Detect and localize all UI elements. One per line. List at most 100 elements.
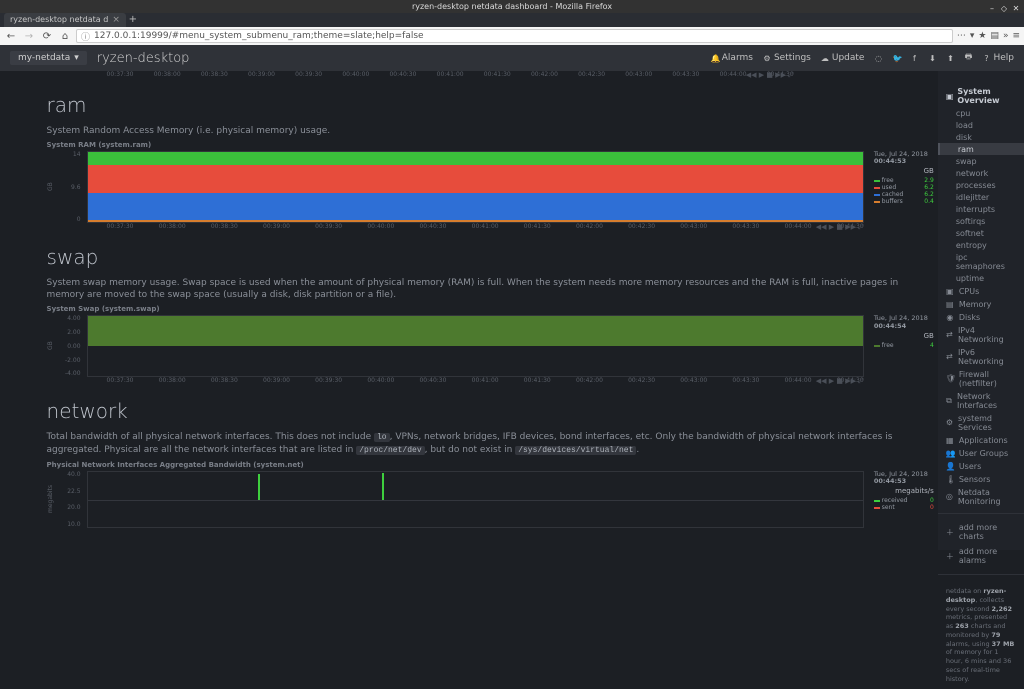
nav-back-icon[interactable]: ←: [4, 31, 18, 42]
url-input[interactable]: ⓘ 127.0.0.1:19999/#menu_system_submenu_r…: [76, 29, 953, 43]
swap-chart-canvas[interactable]: [87, 315, 864, 377]
sidebar-item-interrupts[interactable]: interrupts: [938, 203, 1024, 215]
twitter-link[interactable]: 🐦: [892, 54, 900, 63]
chevron-down-icon: ▾: [74, 53, 79, 63]
net-spike: [258, 474, 260, 500]
bookmark-icon[interactable]: ★: [978, 31, 986, 41]
close-tab-icon[interactable]: ×: [112, 13, 120, 27]
ram-playback-controls[interactable]: ◀◀ ▶ ■ ▶▶ ⤢: [816, 223, 864, 232]
section-icon: 👥: [946, 449, 954, 458]
twitter-icon: 🐦: [892, 54, 900, 63]
section-icon: ◉: [946, 313, 954, 322]
burger-menu-icon[interactable]: ≡: [1012, 31, 1020, 41]
section-icon: ⇄: [946, 352, 953, 361]
time-tick: 00:42:00: [531, 71, 558, 78]
upload-button[interactable]: ⬆: [946, 54, 954, 63]
pocket-icon[interactable]: ▾: [970, 31, 975, 41]
swap-description: System swap memory usage. Swap space is …: [47, 277, 934, 301]
site-identity-icon[interactable]: ⓘ: [81, 30, 90, 43]
sidebar-section-systemd-services[interactable]: ⚙systemd Services: [938, 412, 1024, 433]
update-button[interactable]: ☁Update: [821, 53, 865, 63]
sidebar-item-cpu[interactable]: cpu: [938, 107, 1024, 119]
app-navbar: my-netdata ▾ ryzen-desktop 🔔Alarms ⚙Sett…: [0, 45, 1024, 71]
time-tick: 00:41:00: [437, 71, 464, 78]
facebook-link[interactable]: f: [910, 54, 918, 63]
ram-time-ruler: 00:37:3000:38:0000:38:3000:39:0000:39:30…: [47, 223, 934, 235]
sidebar-item-idlejitter[interactable]: idlejitter: [938, 191, 1024, 203]
sidebar-section-firewall-netfilter-[interactable]: 🛡Firewall (netfilter): [938, 368, 1024, 389]
sidebar-item-network[interactable]: network: [938, 167, 1024, 179]
swap-playback-controls[interactable]: ◀◀ ▶ ■ ▶▶ ⤢: [816, 377, 864, 386]
time-tick: 00:41:30: [524, 377, 551, 384]
section-icon: 🛡: [946, 374, 954, 383]
section-label: CPUs: [959, 287, 979, 296]
left-rail: [0, 71, 22, 550]
sidebar-item-disk[interactable]: disk: [938, 131, 1024, 143]
time-tick: 00:38:00: [159, 223, 186, 230]
add-charts-link[interactable]: ＋ add more charts: [938, 520, 1024, 544]
sideview-icon[interactable]: ▤: [990, 31, 999, 41]
sidebar-section-sensors[interactable]: 🌡Sensors: [938, 473, 1024, 485]
sidebar-item-load[interactable]: load: [938, 119, 1024, 131]
alarms-button[interactable]: 🔔Alarms: [711, 53, 753, 63]
nav-reload-icon[interactable]: ⟳: [40, 31, 54, 42]
time-tick: 00:43:30: [732, 223, 759, 230]
time-tick: 00:43:00: [680, 377, 707, 384]
side-panel: ▣ System Overview cpuloaddiskramswapnetw…: [938, 71, 1024, 550]
dashboard-icon: ▣: [946, 92, 954, 101]
add-alarms-link[interactable]: ＋ add more alarms: [938, 544, 1024, 568]
window-close-icon[interactable]: ✕: [1012, 2, 1020, 10]
sidebar-section-applications[interactable]: ▦Applications: [938, 434, 1024, 446]
sidebar-item-ipc-semaphores[interactable]: ipc semaphores: [938, 251, 1024, 272]
time-tick: 00:41:00: [472, 223, 499, 230]
sidebar-overview[interactable]: ▣ System Overview: [938, 85, 1024, 107]
sidebar-footer: netdata on ryzen-desktop, collects every…: [938, 581, 1024, 689]
sidebar-section-ipv4-networking[interactable]: ⇄IPv4 Networking: [938, 324, 1024, 345]
page-actions-icon[interactable]: ⋯: [957, 31, 966, 41]
nav-home-icon[interactable]: ⌂: [58, 31, 72, 42]
github-link[interactable]: ◌: [874, 54, 882, 63]
ram-yaxis-label-icon: GB: [47, 151, 57, 223]
section-heading-network: network: [47, 399, 934, 423]
section-label: Applications: [959, 436, 1008, 445]
sidebar-item-entropy[interactable]: entropy: [938, 239, 1024, 251]
ram-chart[interactable]: GB 149.60 Tue, Jul 24, 2018 00:44:53 GB …: [47, 151, 934, 223]
time-tick: 00:41:30: [484, 71, 511, 78]
time-tick: 00:43:00: [625, 71, 652, 78]
new-tab-button[interactable]: +: [126, 13, 140, 27]
swap-chart[interactable]: GB 4.002.000.00-2.00-4.00 Tue, Jul 24, 2…: [47, 315, 934, 377]
ram-chart-canvas[interactable]: [87, 151, 864, 223]
time-tick: 00:39:30: [295, 71, 322, 78]
nav-forward-icon[interactable]: →: [22, 31, 36, 42]
sidebar-item-softirqs[interactable]: softirqs: [938, 215, 1024, 227]
network-chart[interactable]: megabits 40.022.520.010.0 Tue, Jul 24, 2…: [47, 471, 934, 528]
host-dropdown[interactable]: my-netdata ▾: [10, 51, 87, 65]
sidebar-section-users[interactable]: 👤Users: [938, 460, 1024, 472]
section-icon: 🌡: [946, 475, 954, 484]
section-heading-swap: swap: [47, 245, 934, 269]
network-chart-canvas[interactable]: [87, 471, 864, 528]
window-maximize-icon[interactable]: ◇: [1000, 2, 1008, 10]
playback-controls[interactable]: ◀◀ ▶ ■ ▶▶ ⤢: [746, 71, 794, 80]
time-tick: 00:40:00: [342, 71, 369, 78]
swap-chart-title: System Swap (system.swap): [47, 305, 934, 313]
window-minimize-icon[interactable]: –: [988, 2, 996, 10]
sidebar-section-netdata-monitoring[interactable]: ◎Netdata Monitoring: [938, 486, 1024, 507]
sidebar-item-ram[interactable]: ram: [938, 143, 1024, 155]
settings-button[interactable]: ⚙Settings: [763, 53, 811, 63]
sidebar-item-uptime[interactable]: uptime: [938, 272, 1024, 284]
extensions-icon[interactable]: »: [1003, 31, 1009, 41]
help-button[interactable]: ?Help: [982, 53, 1014, 63]
download-button[interactable]: ⬇: [928, 54, 936, 63]
sidebar-section-cpus[interactable]: ▣CPUs: [938, 285, 1024, 297]
sidebar-item-swap[interactable]: swap: [938, 155, 1024, 167]
sidebar-section-ipv6-networking[interactable]: ⇄IPv6 Networking: [938, 346, 1024, 367]
sidebar-section-disks[interactable]: ◉Disks: [938, 311, 1024, 323]
print-button[interactable]: 🖶: [964, 51, 972, 65]
sidebar-item-processes[interactable]: processes: [938, 179, 1024, 191]
sidebar-section-memory[interactable]: ▤Memory: [938, 298, 1024, 310]
sidebar-section-user-groups[interactable]: 👥User Groups: [938, 447, 1024, 459]
sidebar-item-softnet[interactable]: softnet: [938, 227, 1024, 239]
sidebar-section-network-interfaces[interactable]: ⧉Network Interfaces: [938, 390, 1024, 411]
browser-tab-active[interactable]: ryzen-desktop netdata d ×: [4, 13, 126, 27]
